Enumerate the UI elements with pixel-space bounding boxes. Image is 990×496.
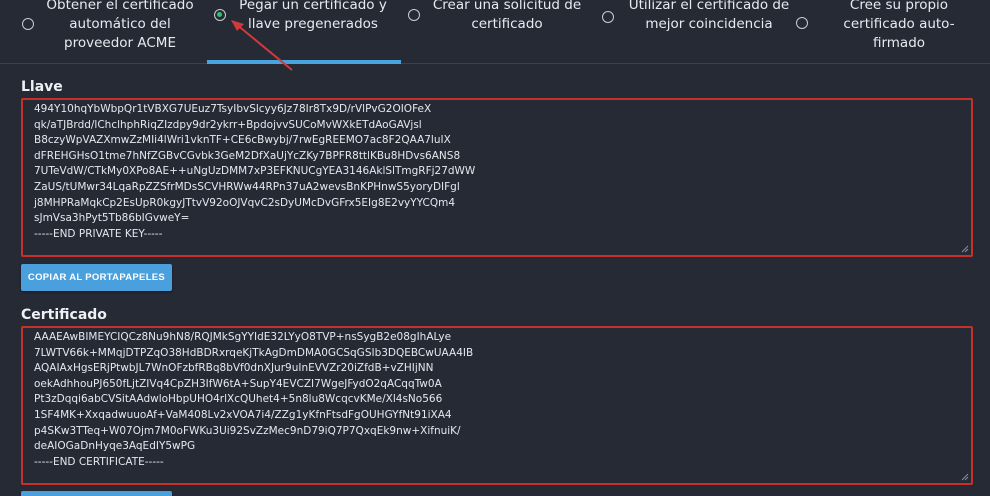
private-key-content: 494Y10hqYbWbpQr1tVBXG7UEuz7TsyIbvSlcyy6J…	[34, 102, 960, 242]
text-line: 7LWTV66k+MMqjDTPZqO38HdBDRxrqeKjTkAgDmDM…	[34, 346, 474, 359]
radio-csr[interactable]	[408, 9, 420, 21]
text-line: p4SKw3TTeq+W07Ojm7M0oFWKu3Ui92SvZzMec9nD…	[34, 424, 461, 437]
certificate-label: Certificado	[21, 307, 107, 323]
text-line: sJmVsa3hPyt5Tb86bIGvweY=	[34, 212, 190, 225]
radio-paste[interactable]	[214, 9, 226, 21]
radio-acme[interactable]	[22, 18, 34, 30]
text-line: -----END CERTIFICATE-----	[34, 455, 164, 468]
text-line: 1SF4MK+XxqadwuuoAf+VaM408Lv2xVOA7i4/ZZg1…	[34, 408, 452, 421]
text-line: qk/aTJBrdd/lChclhphRiqZIzdpy9dr2ykrr+Bpd…	[34, 118, 422, 131]
text-line: dFREHGHsO1tme7hNfZGBvCGvbk3GeM2DfXaUjYcZ…	[34, 149, 461, 162]
text-line: -----END PRIVATE KEY-----	[34, 227, 163, 240]
text-line: oekAdhhouPJ650fLjtZIVq4CpZH3IfW6tA+SupY4…	[34, 377, 442, 390]
certificate-content: AAAEAwBIMEYCIQCz8Nu9hN8/RQJMkSgYYIdE32LY…	[34, 330, 960, 470]
copy-certificate-button[interactable]: COPIAR AL PORTAPAPELES	[21, 491, 172, 496]
text-line: B8czyWpVAZXmwZzMIi4lWri1vknTF+CE6cBwybj/…	[34, 134, 451, 147]
tab-best-match-label: Utilizar el certificado de mejor coincid…	[628, 0, 790, 32]
text-line: 7UTeVdW/CTkMy0XPo8AE++uNgUzDMM7xP3EFKNUC…	[34, 165, 476, 178]
tab-csr-label: Crear una solicitud de certificado	[432, 0, 582, 32]
active-tab-indicator	[207, 60, 401, 64]
text-line: AQAIAxHgsERjPtwbJL7WnOFzbfRBq8bVf0dnXJur…	[34, 362, 434, 375]
private-key-textarea[interactable]: 494Y10hqYbWbpQr1tVBXG7UEuz7TsyIbvSlcyy6J…	[21, 98, 973, 257]
text-line: 494Y10hqYbWbpQr1tVBXG7UEuz7TsyIbvSlcyy6J…	[34, 103, 432, 115]
tab-self-signed-label: Cree su propio certificado auto- firmado	[843, 0, 955, 51]
radio-self-signed[interactable]	[796, 17, 808, 29]
text-line: j8MHPRaMqkCp2EsUpR0kgyJTtvV92oOJVqvC2sDy…	[34, 196, 456, 209]
text-line: AAAEAwBIMEYCIQCz8Nu9hN8/RQJMkSgYYIdE32LY…	[34, 331, 452, 343]
radio-best-match[interactable]	[602, 11, 614, 23]
key-label: Llave	[21, 79, 63, 95]
copy-key-button[interactable]: COPIAR AL PORTAPAPELES	[21, 264, 172, 291]
certificate-source-tabs: Obtener el certificado automático del pr…	[0, 0, 990, 64]
tab-acme-label: Obtener el certificado automático del pr…	[46, 0, 194, 51]
text-line: ZaUS/tUMwr34LqaRpZZSfrMDsSCVHRWw44RPn37u…	[34, 180, 460, 193]
tab-paste-label: Pegar un certificado y llave pregenerado…	[239, 0, 387, 32]
resize-grip-icon[interactable]	[961, 245, 969, 253]
resize-grip-icon[interactable]	[961, 473, 969, 481]
text-line: Pt3zDqqi6abCVSitAAdwloHbpUHO4rlXcQUhet4+…	[34, 393, 443, 406]
text-line: deAIOGaDnHyqe3AqEdIY5wPG	[34, 440, 196, 453]
certificate-textarea[interactable]: AAAEAwBIMEYCIQCz8Nu9hN8/RQJMkSgYYIdE32LY…	[21, 326, 973, 485]
